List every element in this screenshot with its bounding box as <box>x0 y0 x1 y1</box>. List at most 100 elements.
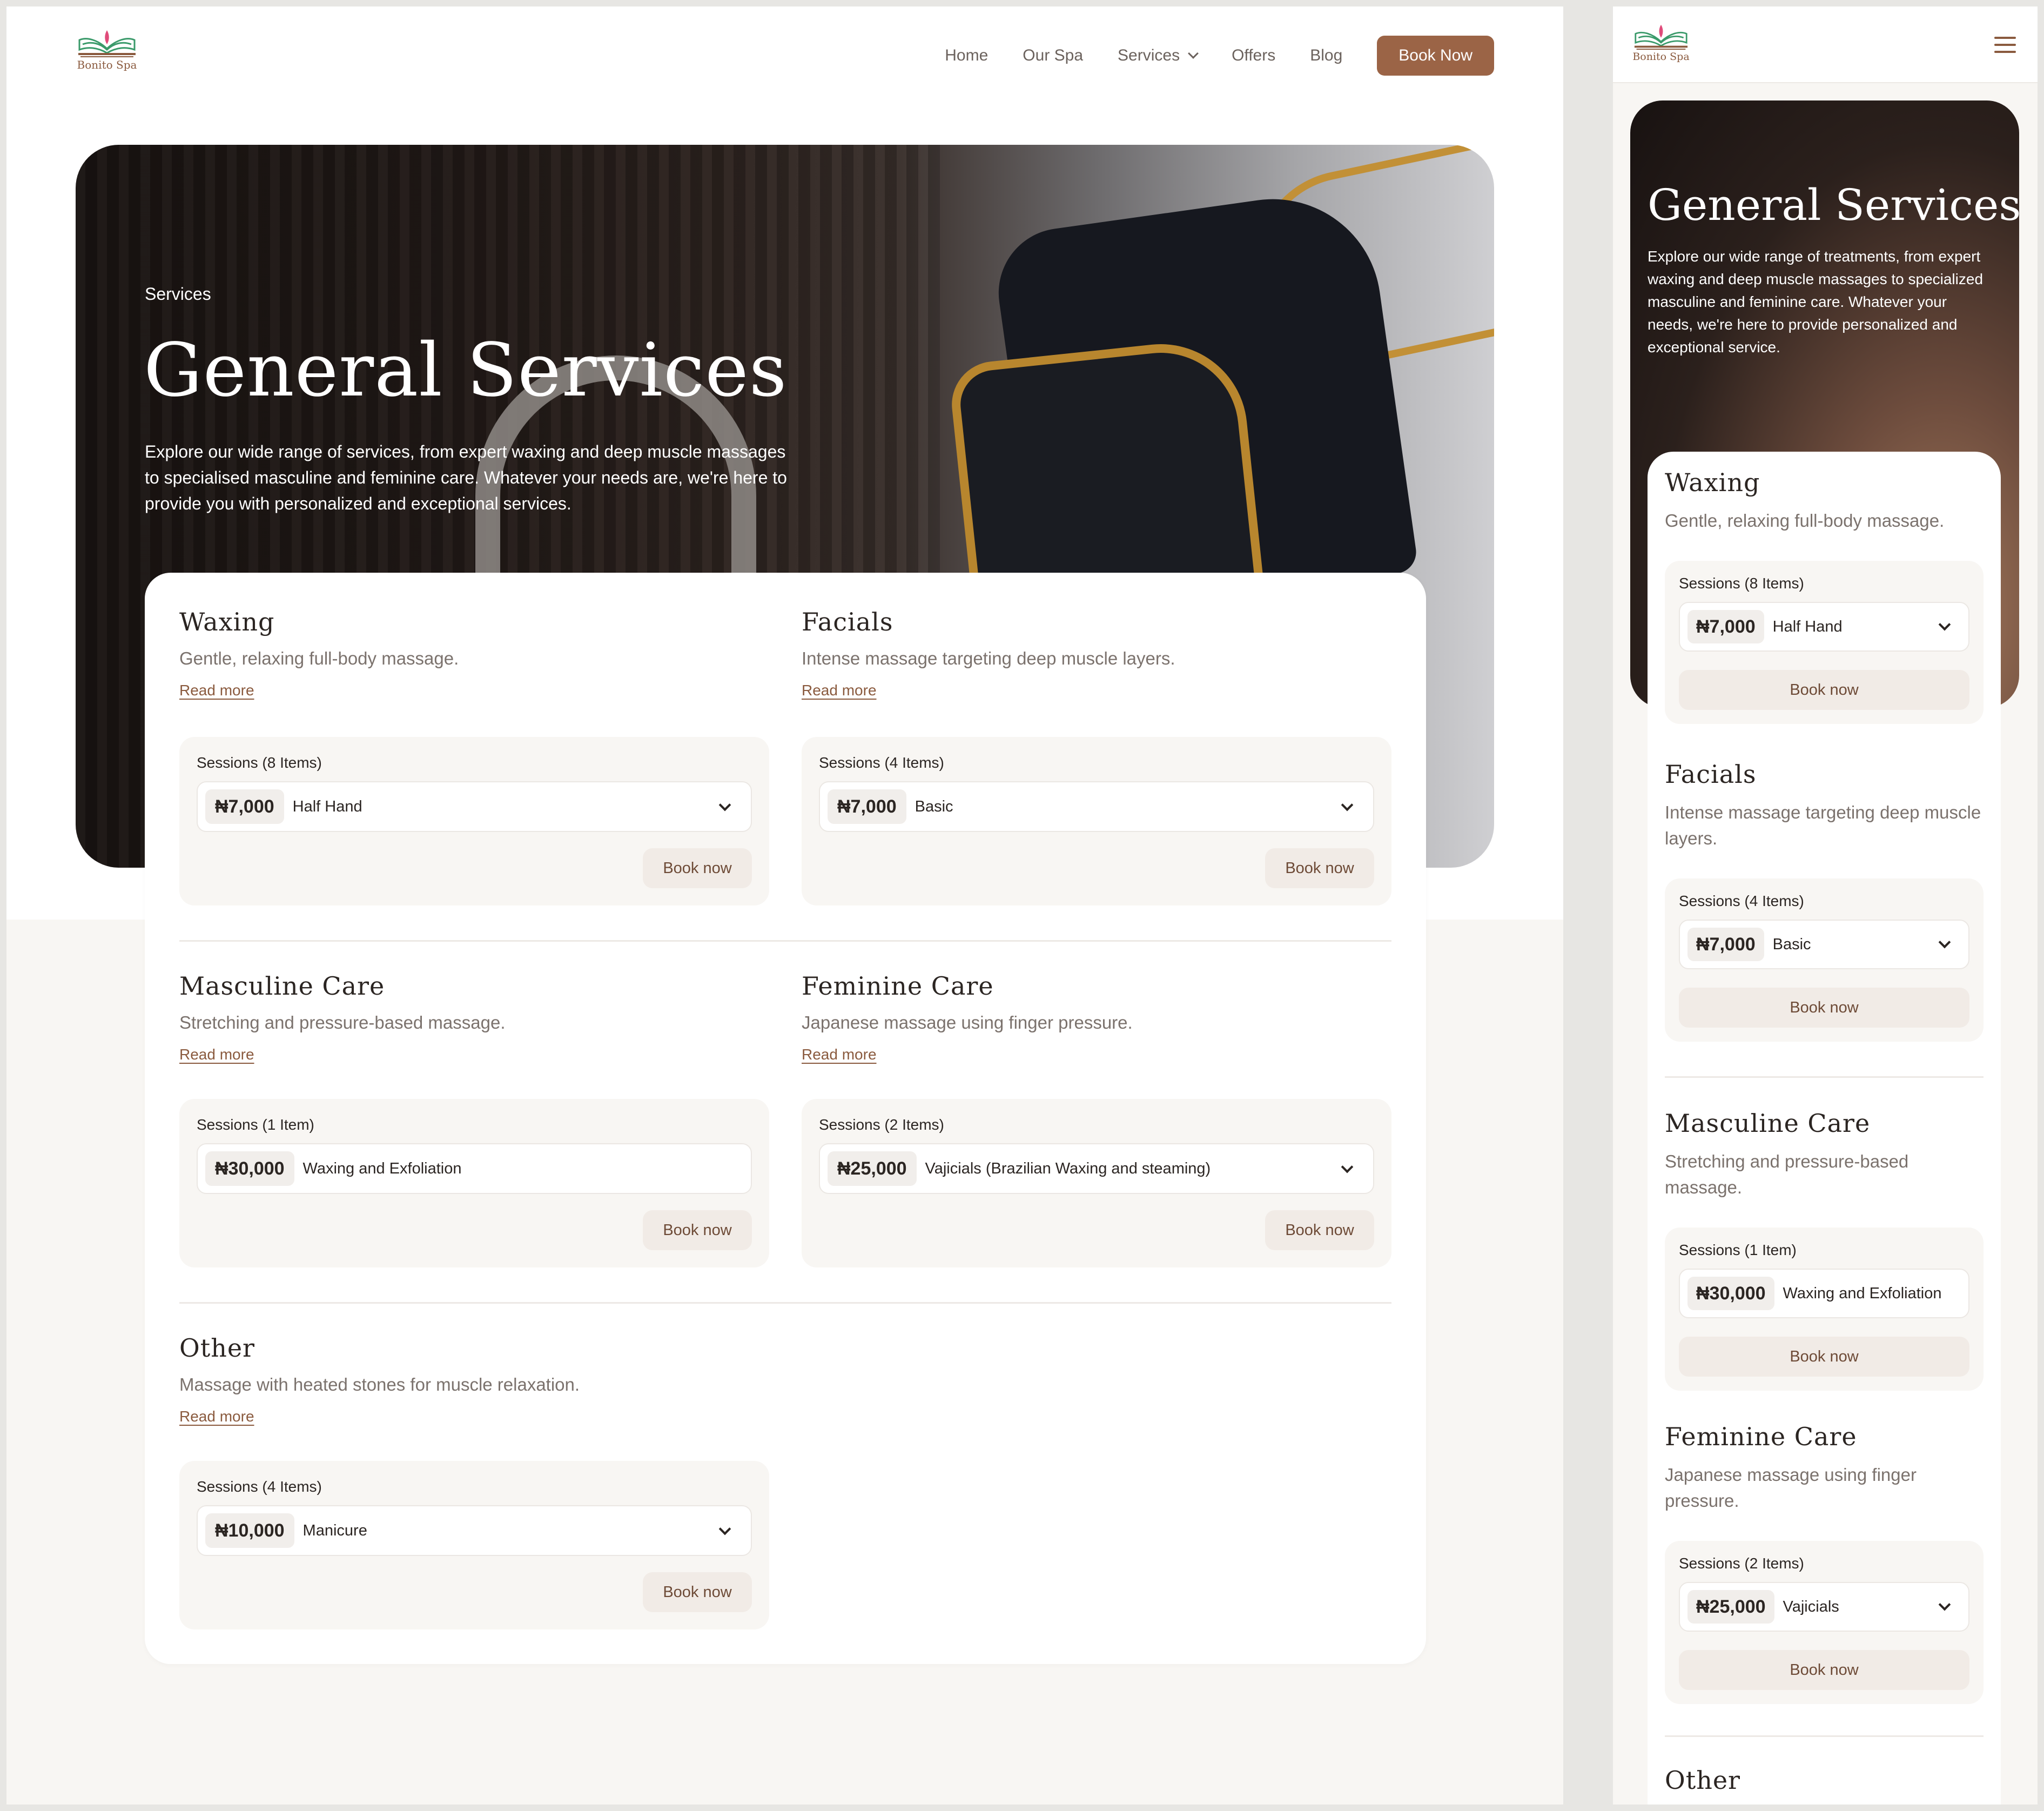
service-facials: Facials Intense massage targeting deep m… <box>802 607 1391 699</box>
section-divider <box>179 940 1391 942</box>
session-select[interactable]: ₦7,000 Half Hand <box>197 781 752 832</box>
session-select[interactable]: ₦7,000 Half Hand <box>1679 602 1969 652</box>
sessions-label: Sessions (8 Items) <box>197 754 322 771</box>
service-description: Intense massage targeting deep muscle la… <box>1665 802 1981 848</box>
brand-name: Bonito Spa <box>77 58 137 71</box>
session-price: ₦10,000 <box>205 1513 294 1548</box>
session-price: ₦30,000 <box>1687 1277 1774 1310</box>
service-other: Other Massage with heated stones for mus… <box>179 1333 769 1425</box>
sessions-label: Sessions (4 Items) <box>819 754 944 771</box>
brand-logo[interactable]: Bonito Spa <box>1631 23 1691 63</box>
sessions-label: Sessions (8 Items) <box>1679 575 1804 592</box>
service-title: Masculine Care <box>1665 1109 1871 1138</box>
session-option: Basic <box>1772 935 1811 953</box>
nav-offers[interactable]: Offers <box>1232 46 1275 65</box>
chevron-down-icon <box>1341 1161 1354 1173</box>
read-more-link[interactable]: Read more <box>802 1046 877 1063</box>
section-divider <box>1665 1076 1984 1078</box>
mobile-header: Bonito Spa <box>1613 6 2038 83</box>
book-now-button[interactable]: Book now <box>1679 988 1969 1028</box>
book-now-button[interactable]: Book now <box>1679 1337 1969 1377</box>
sessions-label: Sessions (1 Item) <box>197 1116 314 1133</box>
session-option: Manicure <box>302 1521 367 1539</box>
chevron-down-icon <box>718 1522 731 1535</box>
session-option: Vajicials <box>1783 1598 1839 1615</box>
book-now-button[interactable]: Book now <box>643 848 752 888</box>
session-price: ₦25,000 <box>1687 1590 1774 1624</box>
session-option: Basic <box>915 797 953 815</box>
session-select[interactable]: ₦10,000 Manicure <box>197 1505 752 1556</box>
chevron-down-icon <box>1188 48 1199 59</box>
service-description: Gentle, relaxing full-body massage. <box>179 648 459 668</box>
sessions-panel: Sessions (2 Items) ₦25,000 Vajicials (Br… <box>802 1099 1391 1267</box>
desktop-view: Bonito Spa Home Our Spa Services Offers … <box>6 6 1563 1805</box>
sessions-panel: Sessions (1 Item) ₦30,000 Waxing and Exf… <box>1665 1228 1984 1391</box>
session-select[interactable]: ₦30,000 Waxing and Exfoliation <box>197 1143 752 1194</box>
sessions-panel: Sessions (2 Items) ₦25,000 Vajicials Boo… <box>1665 1541 1984 1704</box>
service-title: Feminine Care <box>1665 1422 1857 1451</box>
book-now-button[interactable]: Book now <box>1679 1650 1969 1690</box>
book-now-button[interactable]: Book now <box>1265 1210 1374 1250</box>
book-now-button[interactable]: Book Now <box>1377 36 1494 76</box>
menu-icon[interactable] <box>1994 37 2016 53</box>
book-now-button[interactable]: Book now <box>1265 848 1374 888</box>
session-select[interactable]: ₦25,000 Vajicials <box>1679 1582 1969 1632</box>
service-description: Intense massage targeting deep muscle la… <box>802 648 1175 668</box>
sessions-label: Sessions (2 Items) <box>1679 1555 1804 1572</box>
service-title: Other <box>1665 1766 1741 1795</box>
service-waxing: Waxing Gentle, relaxing full-body massag… <box>179 607 769 699</box>
session-select[interactable]: ₦30,000 Waxing and Exfoliation <box>1679 1269 1969 1318</box>
session-select[interactable]: ₦7,000 Basic <box>1679 920 1969 969</box>
chevron-down-icon <box>1938 1598 1951 1611</box>
sessions-panel: Sessions (4 Items) ₦7,000 Basic Book now <box>802 737 1391 905</box>
session-price: ₦7,000 <box>828 789 906 824</box>
chevron-down-icon <box>1938 618 1951 631</box>
chevron-down-icon <box>1341 799 1354 811</box>
service-title: Feminine Care <box>802 971 994 1001</box>
book-now-button[interactable]: Book now <box>1679 670 1969 710</box>
section-divider <box>1665 1735 1984 1737</box>
session-option: Vajicials (Brazilian Waxing and steaming… <box>925 1159 1211 1177</box>
session-select[interactable]: ₦7,000 Basic <box>819 781 1374 832</box>
chevron-down-icon <box>1938 936 1951 949</box>
read-more-link[interactable]: Read more <box>802 682 877 699</box>
session-price: ₦7,000 <box>1687 928 1764 961</box>
service-description: Gentle, relaxing full-body massage. <box>1665 511 1945 531</box>
service-description: Japanese massage using finger pressure. <box>802 1012 1133 1032</box>
service-description: Stretching and pressure-based massage. <box>1665 1151 1909 1197</box>
read-more-link[interactable]: Read more <box>179 682 254 699</box>
brand-name: Bonito Spa <box>1632 51 1690 63</box>
sessions-panel: Sessions (8 Items) ₦7,000 Half Hand Book… <box>179 737 769 905</box>
sessions-panel: Sessions (1 Item) ₦30,000 Waxing and Exf… <box>179 1099 769 1267</box>
hero-eyebrow: Services <box>145 284 211 304</box>
nav-blog[interactable]: Blog <box>1310 46 1342 65</box>
service-waxing: Waxing Gentle, relaxing full-body massag… <box>1665 468 1984 534</box>
services-card: Waxing Gentle, relaxing full-body massag… <box>145 573 1426 1664</box>
session-price: ₦30,000 <box>205 1151 294 1186</box>
book-now-button[interactable]: Book now <box>643 1572 752 1612</box>
sessions-panel: Sessions (8 Items) ₦7,000 Half Hand Book… <box>1665 561 1984 724</box>
brand-logo[interactable]: Bonito Spa <box>75 28 139 71</box>
service-masculine-care: Masculine Care Stretching and pressure-b… <box>1665 1109 1984 1200</box>
section-divider <box>179 1302 1391 1304</box>
service-other: Other <box>1665 1766 1984 1795</box>
service-title: Masculine Care <box>179 971 385 1001</box>
book-now-button[interactable]: Book now <box>643 1210 752 1250</box>
read-more-link[interactable]: Read more <box>179 1046 254 1063</box>
service-description: Stretching and pressure-based massage. <box>179 1012 506 1032</box>
service-masculine-care: Masculine Care Stretching and pressure-b… <box>179 971 769 1063</box>
service-title: Facials <box>1665 760 1757 789</box>
nav-services[interactable]: Services <box>1118 46 1199 65</box>
session-price: ₦7,000 <box>205 789 284 824</box>
service-feminine-care: Feminine Care Japanese massage using fin… <box>1665 1422 1984 1514</box>
lotus-book-icon <box>1634 24 1688 50</box>
session-select[interactable]: ₦25,000 Vajicials (Brazilian Waxing and … <box>819 1143 1374 1194</box>
session-price: ₦7,000 <box>1687 610 1764 643</box>
sessions-panel: Sessions (4 Items) ₦10,000 Manicure Book… <box>179 1461 769 1629</box>
service-description: Japanese massage using finger pressure. <box>1665 1465 1917 1511</box>
nav-home[interactable]: Home <box>945 46 988 65</box>
nav-our-spa[interactable]: Our Spa <box>1023 46 1083 65</box>
service-title: Other <box>179 1333 256 1363</box>
session-option: Half Hand <box>292 797 362 815</box>
read-more-link[interactable]: Read more <box>179 1408 254 1425</box>
